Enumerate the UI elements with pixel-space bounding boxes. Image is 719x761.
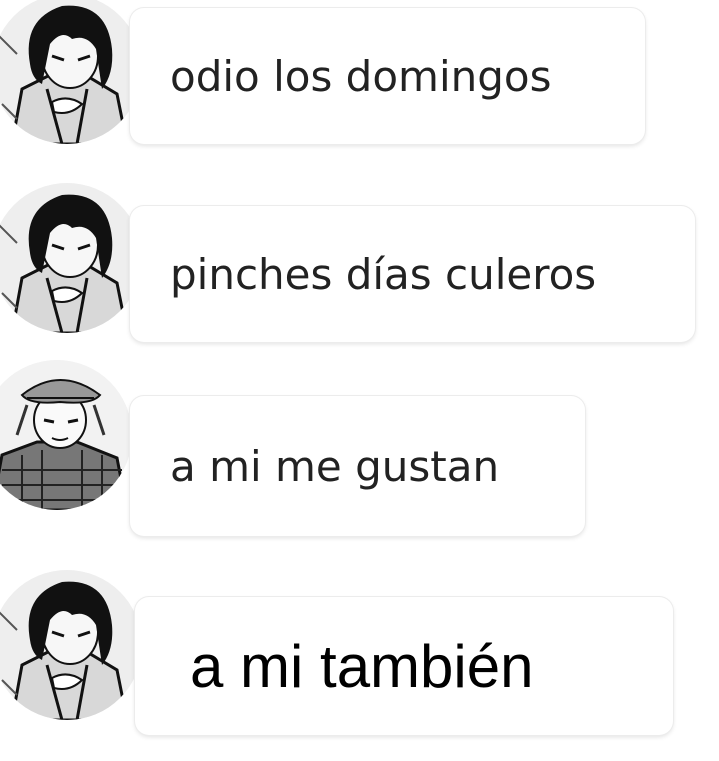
avatar[interactable] (0, 570, 142, 720)
message-bubble[interactable]: a mi también (135, 597, 673, 735)
message-row: a mi también (0, 0, 719, 761)
avatar-image (0, 570, 142, 720)
